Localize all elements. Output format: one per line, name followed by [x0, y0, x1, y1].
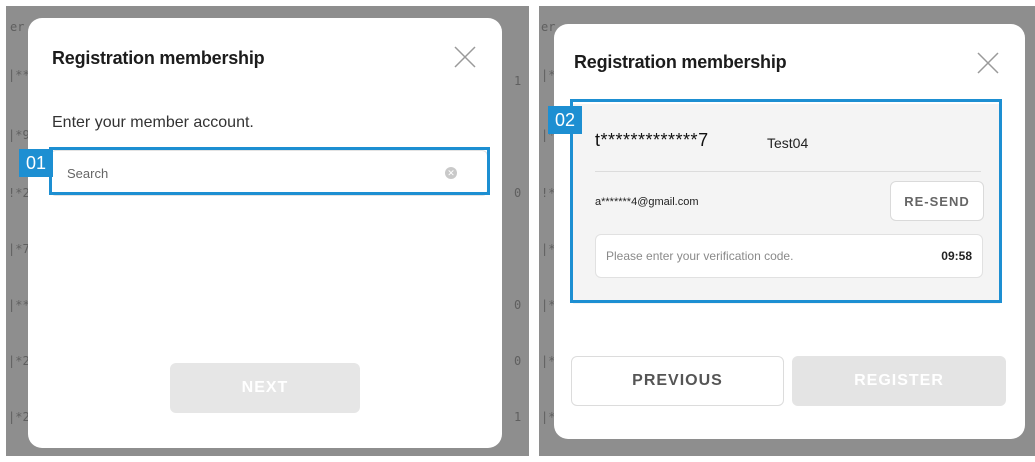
background-text: er [541, 20, 556, 34]
modal-title: Registration membership [574, 52, 787, 72]
background-text: |*7 [8, 242, 30, 256]
modal-title: Registration membership [52, 48, 265, 68]
register-button[interactable]: REGISTER [792, 356, 1006, 406]
background-text: |** [8, 298, 30, 312]
step-highlight-box [49, 147, 490, 195]
next-button[interactable]: NEXT [170, 363, 360, 413]
background-text: !*2 [8, 186, 30, 200]
previous-button[interactable]: PREVIOUS [571, 356, 784, 406]
background-text: er [10, 20, 25, 34]
left-screenshot-panel: er |** 1 |*9 !*2 0 |*7 |** 0 |*2 0 |*2 1… [6, 6, 529, 456]
background-text: 1 [514, 410, 522, 424]
background-text: |*9 [8, 128, 30, 142]
step-highlight-box [570, 99, 1002, 303]
step-badge: 01 [19, 149, 53, 177]
account-prompt: Enter your member account. [52, 114, 254, 131]
background-text: |** [8, 68, 30, 82]
close-icon[interactable] [975, 50, 1001, 76]
close-icon[interactable] [452, 44, 478, 70]
right-screenshot-panel: er |** |*9 !*2 |*7 |** |*2 |*2 Registrat… [539, 6, 1035, 456]
background-text: 0 [514, 354, 522, 368]
background-text: 0 [514, 186, 522, 200]
background-text: 0 [514, 298, 522, 312]
step-badge: 02 [548, 106, 582, 134]
background-text: 1 [514, 74, 522, 88]
background-text: |*2 [8, 410, 30, 424]
registration-modal-step1: Registration membership Enter your membe… [28, 18, 502, 448]
background-text: |*2 [8, 354, 30, 368]
